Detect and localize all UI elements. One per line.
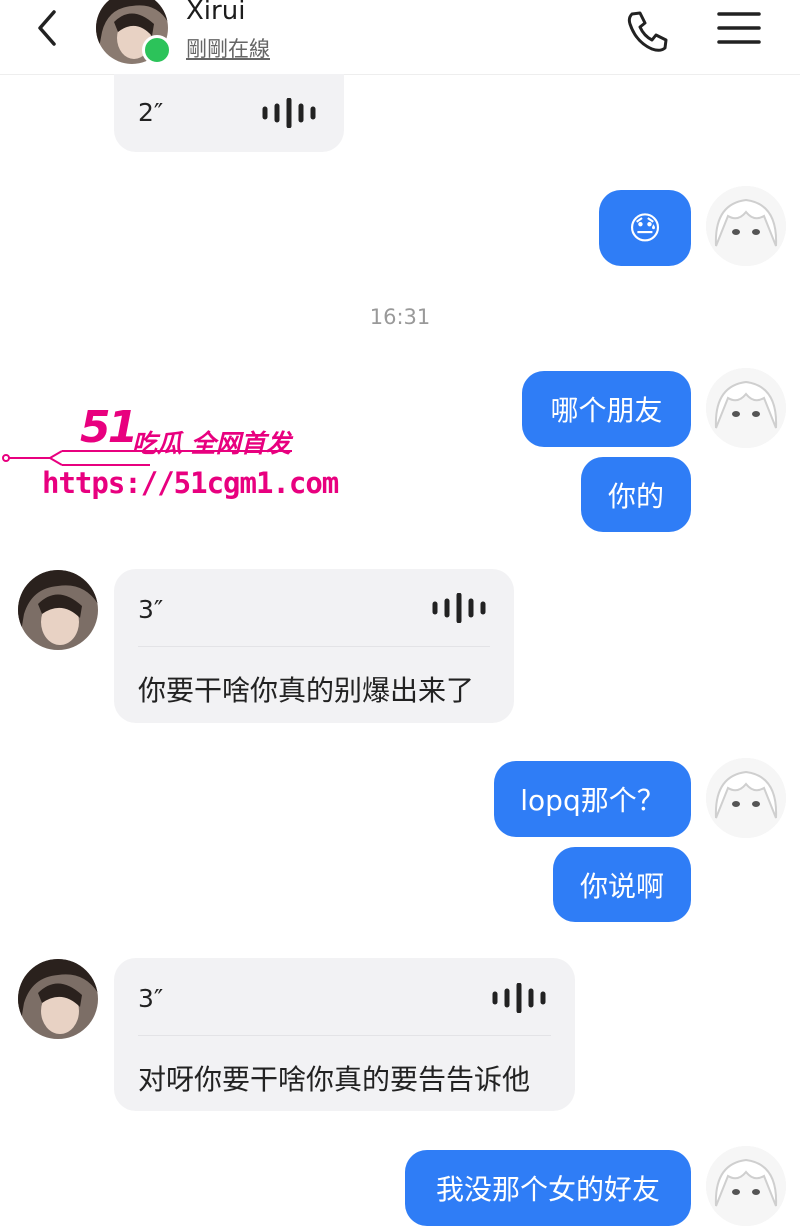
voice-message-incoming[interactable]: 3″ 你要干啥你真的别爆出来了	[114, 569, 514, 723]
my-avatar[interactable]	[706, 186, 786, 266]
phone-icon[interactable]	[624, 8, 670, 54]
voice-waveform-icon	[432, 593, 486, 623]
menu-icon[interactable]	[716, 8, 762, 48]
my-avatar[interactable]	[706, 758, 786, 838]
timestamp: 16:31	[369, 305, 431, 329]
message-bubble-outgoing[interactable]: 哪个朋友	[522, 371, 691, 447]
voice-transcript: 对呀你要干啥你真的要告告诉他	[138, 1063, 531, 1096]
message-bubble-outgoing[interactable]: 😓	[599, 190, 691, 266]
last-seen-status: 剛剛在線	[186, 37, 270, 61]
voice-waveform-icon	[492, 983, 546, 1013]
voice-duration: 3″	[138, 984, 164, 1013]
contact-avatar[interactable]	[18, 959, 98, 1039]
voice-transcript: 你要干啥你真的别爆出来了	[138, 674, 475, 707]
watermark-url: https://51cgm1.com	[42, 466, 339, 500]
back-icon[interactable]	[30, 6, 66, 50]
watermark-tagline: 吃瓜 全网首发	[132, 429, 291, 458]
online-status-dot	[142, 35, 172, 65]
voice-duration: 3″	[138, 595, 164, 624]
sweat-emoji: 😓	[628, 209, 662, 247]
chat-header: Xirui 剛剛在線	[0, 0, 800, 75]
watermark-logo-number: 51	[80, 402, 138, 453]
voice-message-incoming[interactable]: 2″	[114, 74, 344, 152]
divider	[138, 646, 490, 647]
contact-name: Xirui	[186, 0, 246, 26]
divider	[138, 1035, 551, 1036]
voice-message-incoming[interactable]: 3″ 对呀你要干啥你真的要告告诉他	[114, 958, 575, 1111]
message-bubble-outgoing[interactable]: lopq那个？	[494, 761, 691, 837]
voice-duration: 2″	[138, 98, 164, 127]
my-avatar[interactable]	[706, 368, 786, 448]
message-bubble-outgoing[interactable]: 你说啊	[553, 847, 691, 922]
my-avatar[interactable]	[706, 1146, 786, 1226]
message-bubble-outgoing[interactable]: 你的	[581, 457, 691, 532]
contact-avatar[interactable]	[18, 570, 98, 650]
voice-waveform-icon	[262, 98, 316, 128]
